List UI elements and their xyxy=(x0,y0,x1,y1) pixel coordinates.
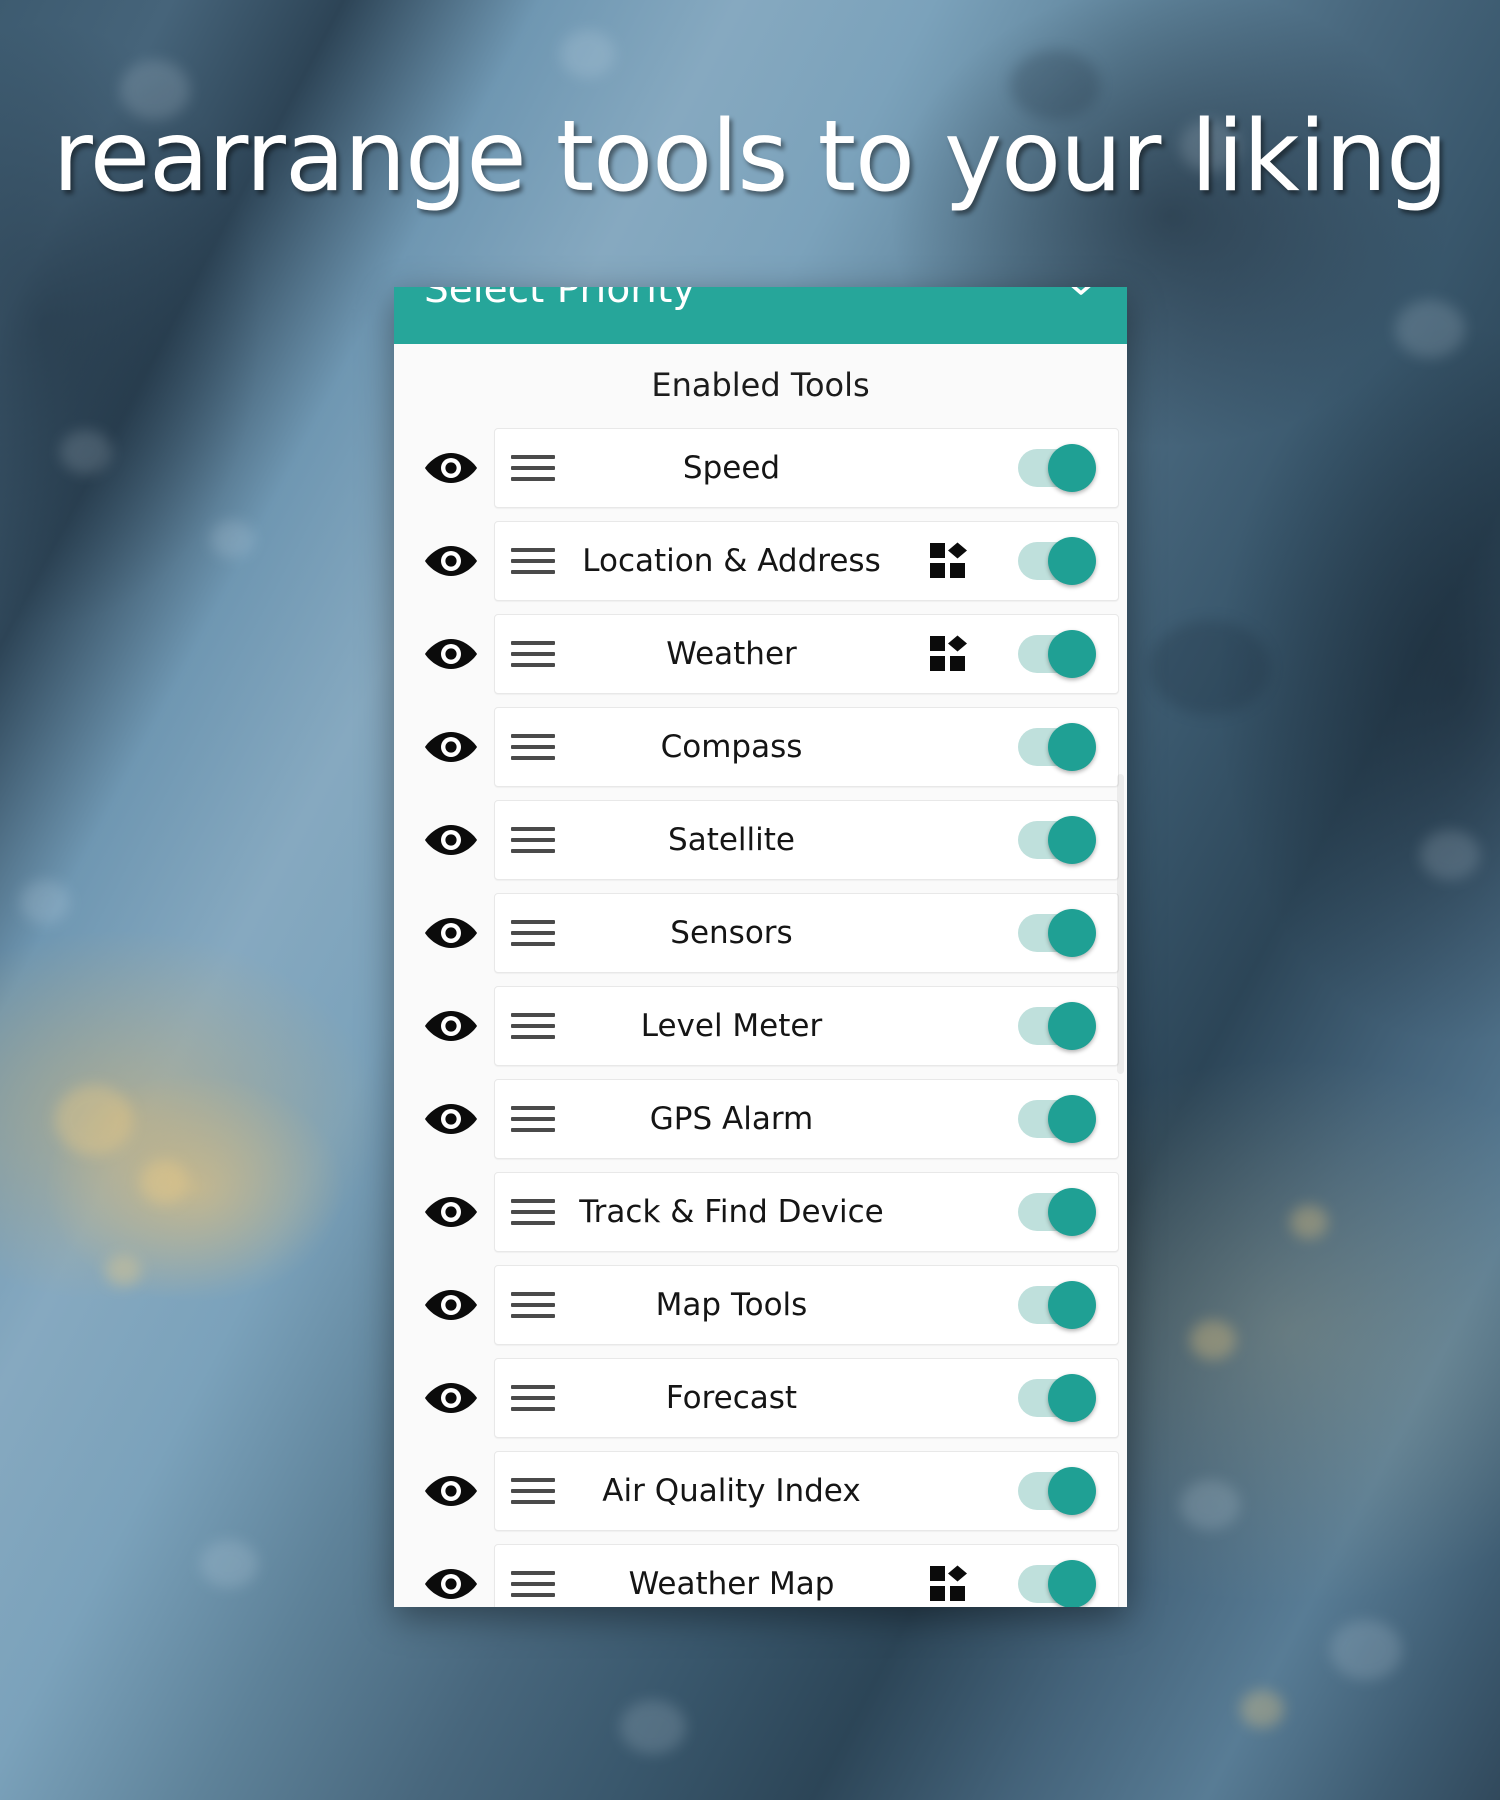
tool-row-location-address[interactable]: Location & Address xyxy=(394,514,1127,607)
visibility-eye-icon[interactable] xyxy=(408,1194,494,1230)
tool-row-speed[interactable]: Speed xyxy=(394,421,1127,514)
tool-label: Forecast xyxy=(665,1379,798,1416)
toggle-thumb xyxy=(1048,1187,1096,1236)
visibility-eye-icon[interactable] xyxy=(408,1101,494,1137)
tool-label: Location & Address xyxy=(582,542,881,579)
visibility-eye-icon[interactable] xyxy=(408,543,494,579)
tool-label: Compass xyxy=(660,728,803,765)
visibility-eye-icon[interactable] xyxy=(408,450,494,486)
tool-toggle[interactable] xyxy=(1000,1451,1118,1531)
visibility-eye-icon[interactable] xyxy=(408,636,494,672)
tool-row-air-quality-index[interactable]: Air Quality Index xyxy=(394,1444,1127,1537)
tool-toggle[interactable] xyxy=(1000,1265,1118,1345)
tool-tile[interactable]: Speed xyxy=(494,427,1119,508)
tool-label: Sensors xyxy=(670,914,793,951)
page-title: rearrange tools to your liking xyxy=(52,100,1449,214)
visibility-eye-icon[interactable] xyxy=(408,1008,494,1044)
toggle-thumb xyxy=(1048,1001,1096,1050)
tool-tile[interactable]: Track & Find Device xyxy=(494,1171,1119,1252)
toggle-thumb xyxy=(1048,536,1096,585)
tool-toggle[interactable] xyxy=(1000,1358,1118,1438)
tool-label: Speed xyxy=(682,449,781,486)
tool-row-map-tools[interactable]: Map Tools xyxy=(394,1258,1127,1351)
toggle-thumb xyxy=(1048,1466,1096,1515)
visibility-eye-icon[interactable] xyxy=(408,1473,494,1509)
toggle-thumb xyxy=(1048,1373,1096,1422)
tool-tile[interactable]: Weather xyxy=(494,613,1119,694)
tool-toggle[interactable] xyxy=(1000,614,1118,694)
chevron-down-icon[interactable] xyxy=(1061,287,1101,306)
widgets-icon[interactable] xyxy=(916,635,982,673)
tool-tile[interactable]: Weather Map xyxy=(494,1543,1119,1607)
tool-tile[interactable]: GPS Alarm xyxy=(494,1078,1119,1159)
tool-toggle[interactable] xyxy=(1000,1172,1118,1252)
tool-tile[interactable]: Location & Address xyxy=(494,520,1119,601)
tool-toggle[interactable] xyxy=(1000,1544,1118,1607)
enabled-tools-panel: Enabled Tools Speed Location & Address W… xyxy=(394,344,1127,1607)
tool-toggle[interactable] xyxy=(1000,707,1118,787)
tool-tile[interactable]: Level Meter xyxy=(494,985,1119,1066)
tool-label: Track & Find Device xyxy=(579,1193,884,1230)
tool-tile[interactable]: Compass xyxy=(494,706,1119,787)
tool-row-forecast[interactable]: Forecast xyxy=(394,1351,1127,1444)
list-scrollbar[interactable] xyxy=(1117,774,1124,1074)
toggle-thumb xyxy=(1048,815,1096,864)
tool-tile[interactable]: Forecast xyxy=(494,1357,1119,1438)
widgets-icon[interactable] xyxy=(916,542,982,580)
tool-label: Satellite xyxy=(668,821,795,858)
tool-toggle[interactable] xyxy=(1000,1079,1118,1159)
tool-row-track-find-device[interactable]: Track & Find Device xyxy=(394,1165,1127,1258)
tool-row-level-meter[interactable]: Level Meter xyxy=(394,979,1127,1072)
toggle-thumb xyxy=(1048,722,1096,771)
visibility-eye-icon[interactable] xyxy=(408,729,494,765)
tool-label: Map Tools xyxy=(655,1286,808,1323)
widgets-icon[interactable] xyxy=(916,1565,982,1603)
visibility-eye-icon[interactable] xyxy=(408,915,494,951)
tool-toggle[interactable] xyxy=(1000,800,1118,880)
toggle-thumb xyxy=(1048,1280,1096,1329)
tool-label: Air Quality Index xyxy=(602,1472,861,1509)
tool-tile[interactable]: Air Quality Index xyxy=(494,1450,1119,1531)
tool-row-sensors[interactable]: Sensors xyxy=(394,886,1127,979)
tool-row-satellite[interactable]: Satellite xyxy=(394,793,1127,886)
visibility-eye-icon[interactable] xyxy=(408,822,494,858)
tool-label: GPS Alarm xyxy=(649,1100,814,1137)
tool-toggle[interactable] xyxy=(1000,893,1118,973)
tool-tile[interactable]: Sensors xyxy=(494,892,1119,973)
visibility-eye-icon[interactable] xyxy=(408,1566,494,1602)
appbar-title: Select Priority xyxy=(424,287,696,312)
tool-row-weather[interactable]: Weather xyxy=(394,607,1127,700)
tool-row-compass[interactable]: Compass xyxy=(394,700,1127,793)
tool-label: Level Meter xyxy=(640,1007,823,1044)
toggle-thumb xyxy=(1048,908,1096,957)
tool-list: Speed Location & Address Weather Compass… xyxy=(394,421,1127,1607)
tool-row-weather-map[interactable]: Weather Map xyxy=(394,1537,1127,1607)
section-title: Enabled Tools xyxy=(651,366,870,404)
tool-row-gps-alarm[interactable]: GPS Alarm xyxy=(394,1072,1127,1165)
tool-toggle[interactable] xyxy=(1000,428,1118,508)
tool-toggle[interactable] xyxy=(1000,986,1118,1066)
tool-label: Weather Map xyxy=(628,1565,835,1602)
visibility-eye-icon[interactable] xyxy=(408,1287,494,1323)
toggle-thumb xyxy=(1048,1559,1096,1607)
tool-tile[interactable]: Satellite xyxy=(494,799,1119,880)
dialog-appbar: Select Priority xyxy=(394,287,1127,344)
select-priority-dialog: Select Priority Enabled Tools Speed Loca… xyxy=(394,287,1127,1607)
visibility-eye-icon[interactable] xyxy=(408,1380,494,1416)
tool-label: Weather xyxy=(666,635,797,672)
toggle-thumb xyxy=(1048,629,1096,678)
toggle-thumb xyxy=(1048,443,1096,492)
toggle-thumb xyxy=(1048,1094,1096,1143)
tool-toggle[interactable] xyxy=(1000,521,1118,601)
tool-tile[interactable]: Map Tools xyxy=(494,1264,1119,1345)
